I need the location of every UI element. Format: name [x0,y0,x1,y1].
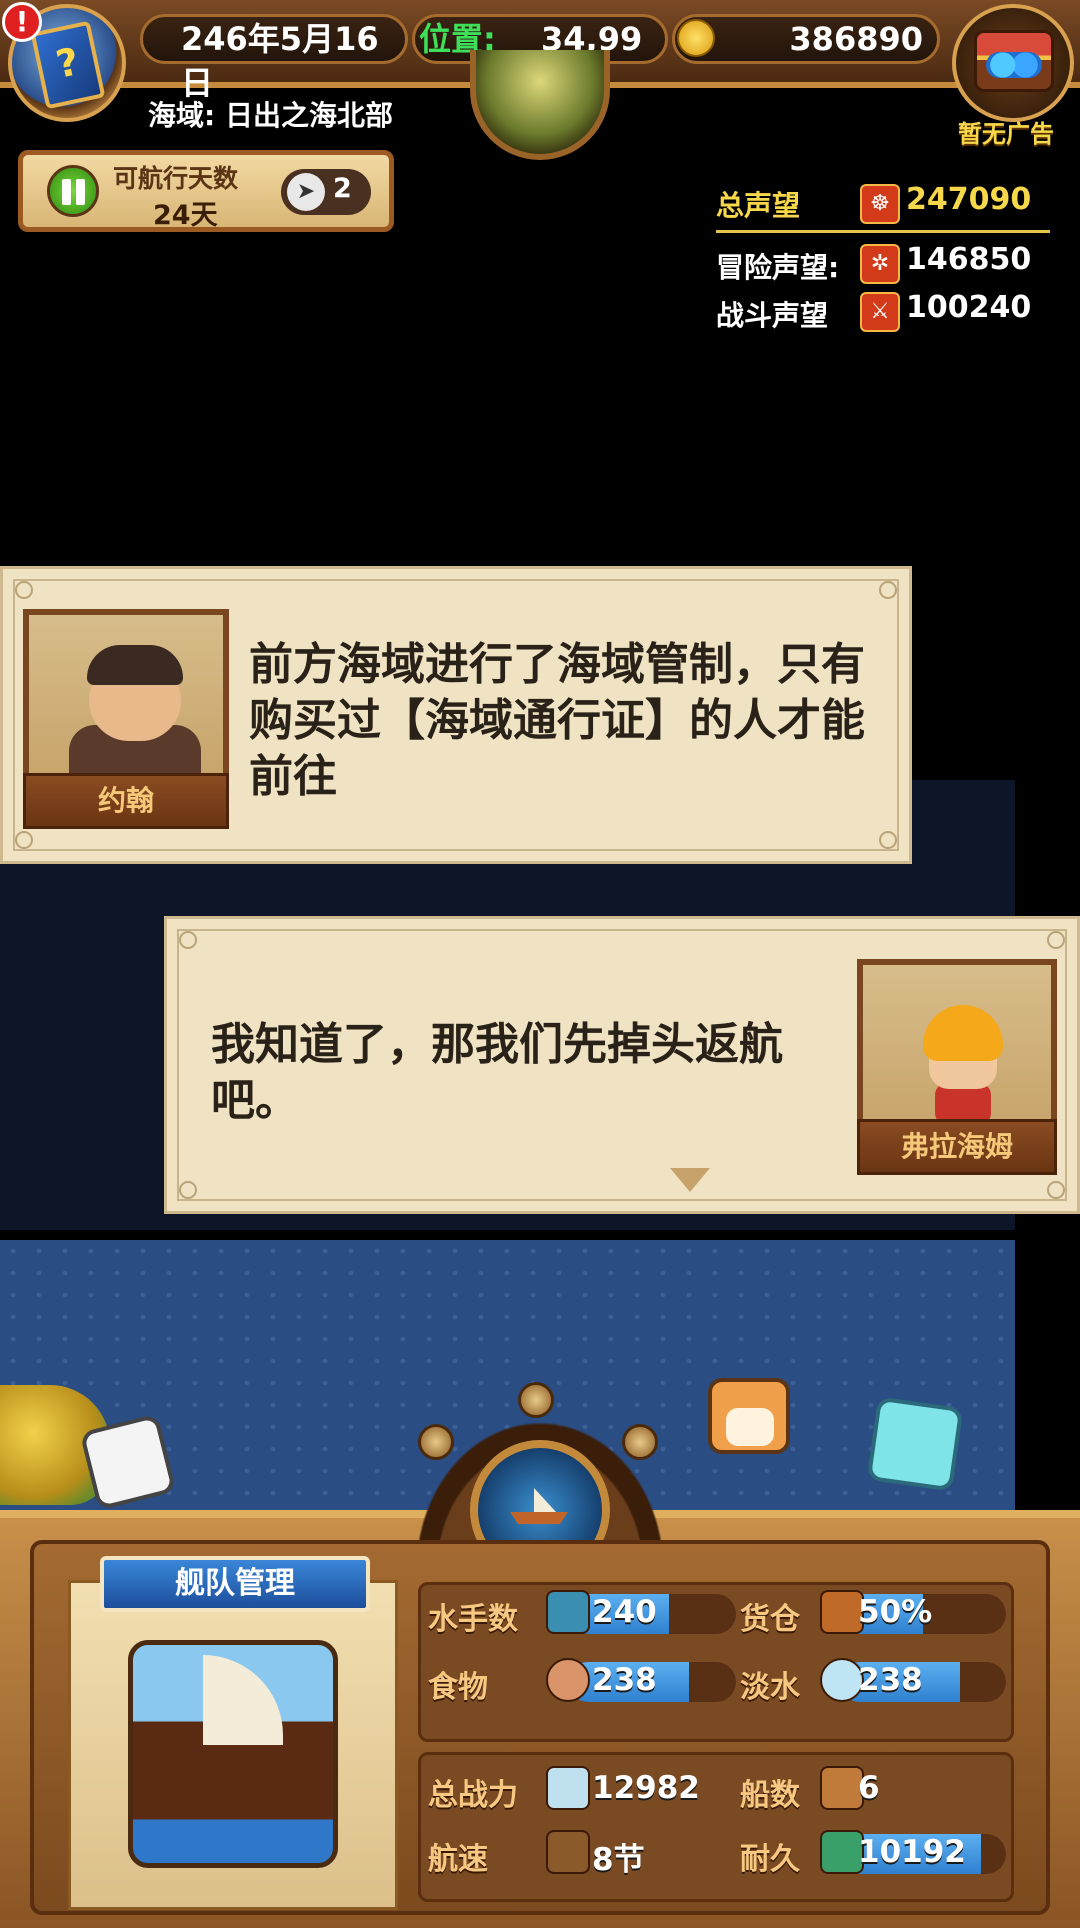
total-reputation-label: 总声望 [716,189,801,222]
sailor-icon [546,1590,590,1634]
sailors-value: 240 [592,1594,657,1630]
dialog-text-john: 前方海域进行了海域管制，只有购买过【海域通行证】的人才能前往 [249,639,865,802]
meat-icon [546,1658,590,1702]
ad-label: 暂无广告 [958,120,1054,148]
region-label: 海域: 日出之海北部 [148,99,393,132]
corner-ornament [15,581,33,599]
corner-ornament [179,1181,197,1199]
food-label: 食物 [428,1670,488,1705]
gold-coin-icon [677,19,715,57]
portrait-john [23,609,229,785]
wheel-knob-icon [518,1382,554,1418]
portrait-frahm [857,959,1057,1135]
date-text: 246年5月16日 [181,20,379,102]
crossed-swords-icon [546,1766,590,1810]
gold-pill: 386890 [672,14,940,64]
adventure-reputation-label: 冒险声望: [716,251,840,284]
total-reputation-value: 247090 [906,182,1032,217]
speaker-name-frahm: 弗拉海姆 [857,1119,1057,1175]
corner-ornament [879,581,897,599]
dialog-text-frahm: 我知道了，那我们先掉头返航吧。 [211,1019,783,1126]
reputation-divider [716,230,1050,233]
wheel-knob-icon [418,1424,454,1460]
book-icon: ? [30,20,106,110]
cargo-label: 货仓 [740,1602,800,1637]
boat-icon [510,1488,568,1524]
dialog-next-arrow-icon[interactable] [670,1168,710,1192]
wheel-knob-icon [622,1424,658,1460]
food-value: 238 [592,1662,657,1698]
durability-label: 耐久 [740,1842,800,1877]
sailing-days-value: 24天 [153,200,218,231]
durability-value: 10192 [858,1834,966,1870]
speed-toggle-button[interactable]: ➤ 2 [281,169,371,215]
gems-icon [986,52,1042,78]
sailing-days-label: 可航行天数 [113,164,239,193]
sailors-label: 水手数 [428,1602,518,1637]
speed-multiplier: 2 [333,173,352,204]
pause-button[interactable] [47,165,99,217]
corner-ornament [15,831,33,849]
gold-value: 386890 [789,20,923,58]
total-reputation-icon: ☸ [860,184,900,224]
power-value: 12982 [592,1770,700,1806]
dog-pet-icon[interactable] [708,1378,790,1454]
battle-reputation-value: 100240 [906,290,1032,325]
cargo-value: 50% [858,1594,933,1630]
sail-icon [203,1655,283,1745]
ships-value: 6 [858,1770,880,1806]
speaker-name-john: 约翰 [23,773,229,829]
battle-reputation-icon: ⚔ [860,292,900,332]
cat-pet-icon[interactable] [866,1396,964,1492]
speed-label: 航速 [428,1842,488,1877]
world-map-globe-button[interactable] [470,50,610,160]
water-label: 淡水 [740,1670,800,1705]
sailing-ship-icon [546,1830,590,1874]
water-value: 238 [858,1662,923,1698]
ships-label: 船数 [740,1778,800,1813]
dialog-box-john[interactable]: 约翰 前方海域进行了海域管制，只有购买过【海域通行证】的人才能前往 [0,566,912,864]
battle-reputation-label: 战斗声望 [716,299,829,332]
dialog-box-frahm[interactable]: 我知道了，那我们先掉头返航吧。 弗拉海姆 [164,916,1080,1214]
speed-arrow-icon: ➤ [287,173,325,211]
adventure-reputation-value: 146850 [906,242,1032,277]
adventure-reputation-icon: ✲ [860,244,900,284]
sailing-days-panel: 可航行天数 24天 ➤ 2 [18,150,394,232]
corner-ornament [1047,1181,1065,1199]
corner-ornament [179,931,197,949]
speed-value: 8节 [592,1842,645,1878]
corner-ornament [1047,931,1065,949]
treasure-chest-button[interactable] [952,4,1074,122]
alert-icon: ! [2,2,42,42]
corner-ornament [879,831,897,849]
date-pill: 246年5月16日 [140,14,408,102]
fleet-management-button[interactable]: 舰队管理 [100,1556,370,1612]
flagship-image[interactable] [128,1640,338,1868]
power-label: 总战力 [428,1778,518,1813]
